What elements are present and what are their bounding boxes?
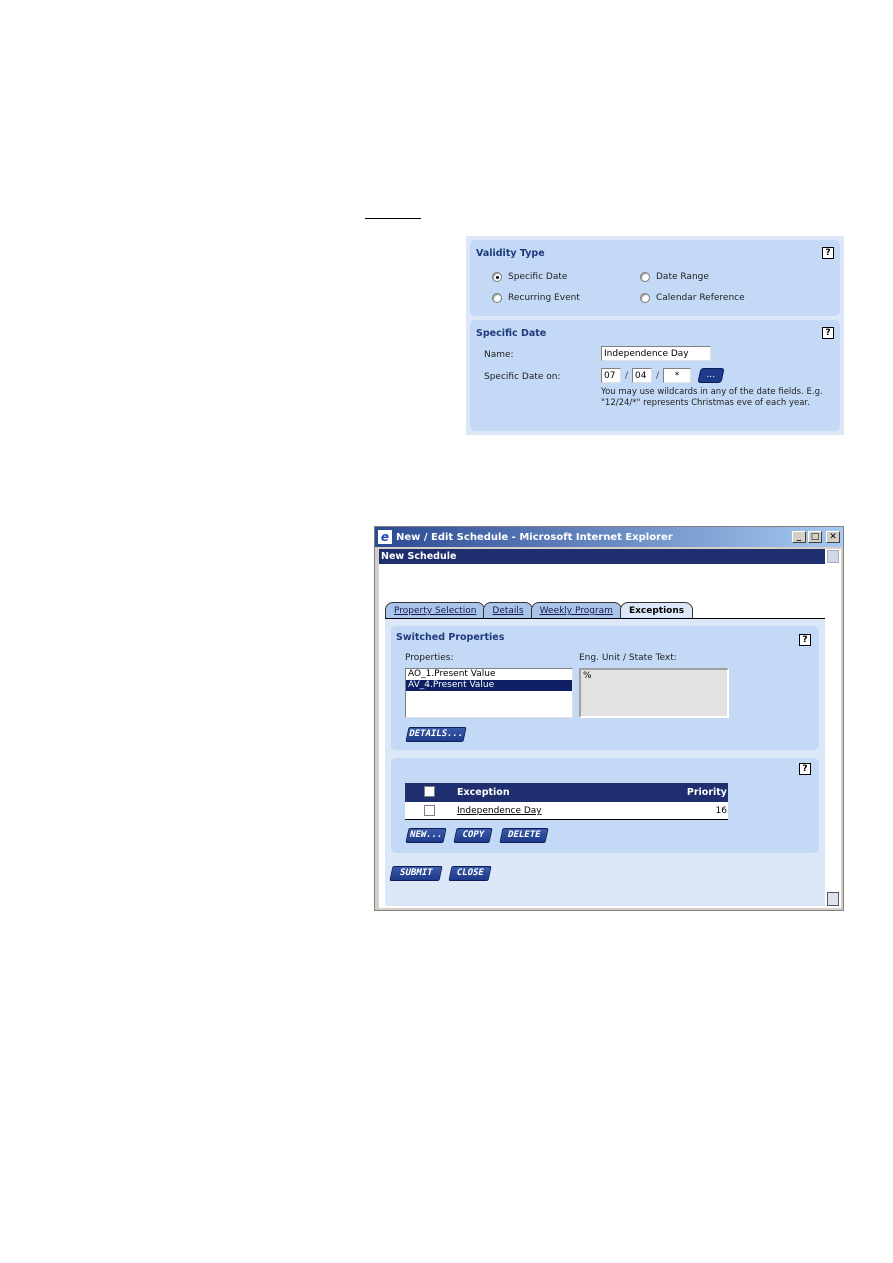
radio-label: Calendar Reference	[656, 293, 745, 303]
radio-label: Specific Date	[508, 272, 568, 282]
radio-icon[interactable]	[492, 293, 502, 303]
exception-link[interactable]: Independence Day	[457, 806, 542, 816]
unit-label: Eng. Unit / State Text:	[579, 653, 677, 663]
tab-details[interactable]: Details	[483, 602, 533, 618]
unit-display: %	[579, 668, 729, 718]
radio-icon[interactable]	[640, 272, 650, 282]
radio-label: Recurring Event	[508, 293, 580, 303]
exceptions-table: Exception Priority Independence Day 16	[405, 783, 728, 820]
specific-date-title: Specific Date	[476, 328, 547, 339]
table-header: Exception Priority	[405, 783, 728, 802]
tab-exceptions[interactable]: Exceptions	[619, 602, 694, 618]
radio-checked-icon[interactable]	[492, 272, 502, 282]
close-window-button[interactable]: ✕	[826, 531, 840, 543]
switched-properties-section: Switched Properties ? Properties: AO_1.P…	[391, 626, 819, 750]
row-checkbox[interactable]	[424, 805, 435, 816]
select-all-checkbox[interactable]	[424, 786, 435, 797]
list-item[interactable]: AO_1.Present Value	[406, 669, 572, 680]
tab-weekly-program[interactable]: Weekly Program	[530, 602, 622, 618]
help-icon[interactable]: ?	[822, 327, 834, 339]
date-separator: /	[625, 371, 629, 381]
date-separator: /	[656, 371, 660, 381]
close-button[interactable]: CLOSE	[448, 866, 492, 881]
new-button[interactable]: NEW...	[405, 828, 447, 843]
month-input[interactable]: 07	[601, 368, 621, 383]
wildcard-hint: You may use wildcards in any of the date…	[601, 387, 823, 408]
tab-bar: Property Selection Details Weekly Progra…	[385, 602, 694, 618]
help-icon[interactable]: ?	[822, 247, 834, 259]
properties-label: Properties:	[405, 653, 454, 663]
day-input[interactable]: 04	[632, 368, 652, 383]
radio-date-range[interactable]: Date Range	[640, 272, 709, 282]
page-title: New Schedule	[379, 549, 825, 564]
exceptions-form: Switched Properties ? Properties: AO_1.P…	[385, 619, 825, 906]
switched-properties-title: Switched Properties	[396, 632, 505, 643]
specific-date-section: Specific Date ? Name: Independence Day S…	[470, 320, 840, 431]
maximize-button[interactable]: □	[808, 531, 822, 543]
underline-mark	[365, 218, 421, 219]
minimize-button[interactable]: _	[792, 531, 806, 543]
properties-listbox[interactable]: AO_1.Present Value AV_4.Present Value	[405, 668, 573, 718]
list-item-selected[interactable]: AV_4.Present Value	[406, 680, 572, 691]
delete-button[interactable]: DELETE	[499, 828, 549, 843]
validity-type-section: Validity Type ? Specific Date Date Range…	[470, 240, 840, 316]
table-row: Independence Day 16	[405, 802, 728, 820]
radio-specific-date[interactable]: Specific Date	[492, 272, 567, 282]
scrollbar-up[interactable]	[827, 550, 839, 563]
window-titlebar[interactable]: e New / Edit Schedule - Microsoft Intern…	[375, 527, 843, 547]
validity-type-title: Validity Type	[476, 248, 545, 259]
column-priority: Priority	[686, 787, 727, 798]
validity-panel: Validity Type ? Specific Date Date Range…	[466, 236, 844, 435]
exceptions-section: ? Exception Priority Independence Day 16…	[391, 758, 819, 853]
calendar-button[interactable]: ...	[697, 368, 725, 383]
column-exception: Exception	[457, 787, 510, 798]
help-icon[interactable]: ?	[799, 763, 811, 775]
ie-window: e New / Edit Schedule - Microsoft Intern…	[374, 526, 844, 911]
date-label: Specific Date on:	[484, 372, 561, 382]
name-label: Name:	[484, 350, 514, 360]
year-input[interactable]: *	[663, 368, 691, 383]
priority-value: 16	[715, 806, 727, 816]
ie-logo-icon: e	[378, 530, 392, 544]
window-title: New / Edit Schedule - Microsoft Internet…	[396, 531, 673, 543]
submit-button[interactable]: SUBMIT	[389, 866, 443, 881]
tab-property-selection[interactable]: Property Selection	[385, 602, 486, 618]
details-button[interactable]: DETAILS...	[405, 727, 467, 742]
name-input[interactable]: Independence Day	[601, 346, 711, 361]
radio-recurring-event[interactable]: Recurring Event	[492, 293, 580, 303]
browser-content: New Schedule Property Selection Details …	[379, 549, 841, 908]
radio-label: Date Range	[656, 272, 709, 282]
scrollbar-down[interactable]	[827, 892, 839, 906]
copy-button[interactable]: COPY	[453, 828, 493, 843]
radio-icon[interactable]	[640, 293, 650, 303]
radio-calendar-reference[interactable]: Calendar Reference	[640, 293, 745, 303]
help-icon[interactable]: ?	[799, 634, 811, 646]
